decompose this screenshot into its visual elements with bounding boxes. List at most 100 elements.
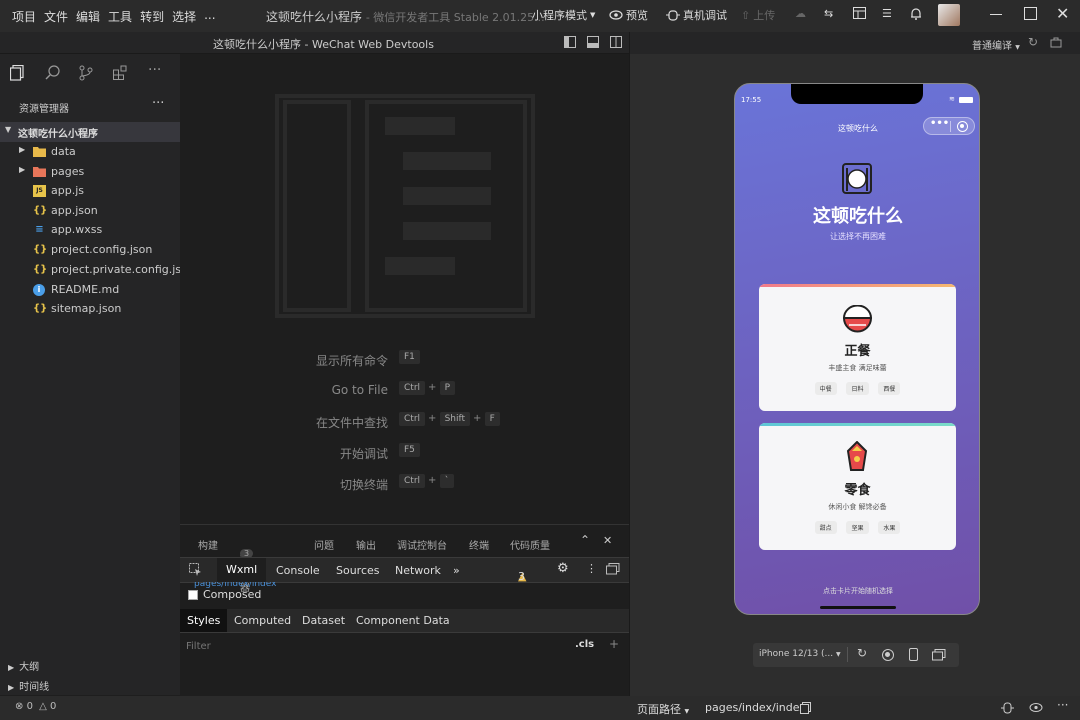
wifi-icon: ≋ xyxy=(949,95,955,103)
filter-input[interactable] xyxy=(186,638,566,654)
timeline-toggle[interactable]: ▶ 时间线 xyxy=(8,678,49,693)
menu-item-select[interactable]: 选择 xyxy=(172,8,196,25)
add-icon[interactable]: + xyxy=(609,637,619,651)
refresh-icon[interactable]: ↻ xyxy=(1028,35,1038,49)
snack-card[interactable]: 零食 休闲小食 解馋必备 甜点 坚果 水果 xyxy=(759,423,956,550)
explorer-more-icon[interactable]: ··· xyxy=(152,96,164,111)
menu-item-tools[interactable]: 工具 xyxy=(108,8,132,25)
cls-toggle[interactable]: .cls xyxy=(575,639,594,650)
hamburger-menu-icon[interactable]: ☰ xyxy=(882,7,892,20)
real-debug-button[interactable]: 真机调试 xyxy=(666,7,727,23)
menu-item-project[interactable]: 项目 xyxy=(12,8,36,25)
copy-icon[interactable] xyxy=(800,702,811,717)
preview-button[interactable]: 预览 xyxy=(609,7,648,23)
capsule-menu[interactable]: ••• xyxy=(923,117,975,135)
split-editor-icon[interactable] xyxy=(610,36,622,51)
tree-item-project-config[interactable]: {} project.config.json xyxy=(0,240,180,260)
rotate-icon[interactable]: ↻ xyxy=(857,646,867,660)
tab-styles[interactable]: Styles xyxy=(180,609,228,632)
tab-dataset[interactable]: Dataset xyxy=(302,614,345,627)
tab-debug-console[interactable]: 调试控制台 xyxy=(397,537,447,552)
shortcut-label: 开始调试 xyxy=(339,447,388,461)
menu-item-file[interactable]: 文件 xyxy=(44,8,68,25)
mode-select[interactable]: 小程序模式 ▼ xyxy=(532,7,595,23)
tree-item-app-json[interactable]: {} app.json xyxy=(0,201,180,221)
tab-build[interactable]: 构建 xyxy=(198,537,218,552)
checkbox-box xyxy=(188,589,198,600)
tab-component-data[interactable]: Component Data xyxy=(356,614,450,627)
editor-title: 这顿吃什么小程序 - WeChat Web Devtools xyxy=(213,38,434,51)
layout-icon[interactable] xyxy=(853,7,866,19)
tab-output[interactable]: 输出 xyxy=(356,537,376,552)
tree-item-project-private-config[interactable]: {} project.private.config.js... xyxy=(0,260,192,280)
dock-icon[interactable] xyxy=(606,563,620,578)
tab-wxml[interactable]: Wxml xyxy=(217,558,267,582)
tab-terminal[interactable]: 终端 xyxy=(469,537,489,552)
inspect-icon[interactable] xyxy=(189,563,202,579)
card-accent-line xyxy=(759,284,956,287)
close-miniprogram-icon[interactable] xyxy=(957,121,968,132)
meal-card[interactable]: 正餐 丰盛主食 满足味蕾 中餐 日料 西餐 xyxy=(759,284,956,411)
close-panel-icon[interactable]: ✕ xyxy=(603,534,612,547)
tree-item-data[interactable]: ▶ data xyxy=(0,142,180,162)
more-icon[interactable]: ··· xyxy=(148,62,161,78)
tab-computed[interactable]: Computed xyxy=(234,614,291,627)
device-select[interactable]: iPhone 12/13 (... ▼ xyxy=(759,649,841,659)
more-icon[interactable]: ••• xyxy=(930,118,949,129)
gear-icon[interactable]: ⚙ xyxy=(557,561,569,576)
toggle-panel-icon[interactable] xyxy=(587,36,599,51)
outline-toggle[interactable]: ▶ 大纲 xyxy=(8,658,39,673)
tree-item-readme[interactable]: i README.md xyxy=(0,280,180,300)
files-icon[interactable] xyxy=(9,64,24,84)
cloud-icon[interactable]: ☁ xyxy=(795,7,806,20)
bell-icon[interactable] xyxy=(910,7,922,20)
tab-console[interactable]: Console xyxy=(276,564,320,577)
switch-icon[interactable]: ⇆ xyxy=(824,7,833,20)
record-icon[interactable] xyxy=(882,649,894,661)
file-name: app.json xyxy=(51,204,98,217)
more-tabs-icon[interactable]: » xyxy=(453,564,460,577)
tag: 水果 xyxy=(878,521,901,534)
search-icon[interactable] xyxy=(45,65,60,83)
tree-item-app-wxss[interactable]: ≡ app.wxss xyxy=(0,220,180,240)
extensions-icon[interactable] xyxy=(113,65,128,83)
tab-code-quality[interactable]: 代码质量 xyxy=(510,537,550,552)
chevron-up-icon[interactable]: ⌃ xyxy=(580,533,590,547)
bottom-panel: 构建 调试器 3 问题 输出 调试控制台 终端 代码质量 ⌃ ✕ Wxml Co… xyxy=(180,524,629,696)
menu-item-edit[interactable]: 编辑 xyxy=(76,8,100,25)
eye-icon[interactable] xyxy=(1029,702,1043,716)
phone-icon[interactable] xyxy=(909,648,918,661)
bug-icon[interactable] xyxy=(1001,701,1014,717)
source-control-icon[interactable] xyxy=(79,65,93,84)
close-window-icon[interactable]: ✕ xyxy=(1056,4,1069,23)
more-icon[interactable]: ··· xyxy=(1057,698,1068,712)
footer-hint: 点击卡片开始随机选择 xyxy=(823,587,893,595)
avatar[interactable] xyxy=(938,4,960,26)
key: Ctrl xyxy=(399,381,426,395)
kebab-menu-icon[interactable]: ⋮ xyxy=(586,562,597,575)
phone-simulator[interactable]: 17:55 ≋ 这顿吃什么 ••• 这顿吃什么 让选择不再困难 正餐 丰盛主食 … xyxy=(734,83,980,615)
compile-mode-select[interactable]: 普通编译 ▼ xyxy=(972,37,1020,52)
composed-checkbox[interactable]: Composed xyxy=(188,588,261,601)
tree-item-sitemap[interactable]: {} sitemap.json xyxy=(0,299,180,319)
page-path-select[interactable]: 页面路径 ▼ xyxy=(637,701,689,717)
tab-sources[interactable]: Sources xyxy=(336,564,380,577)
upload-button[interactable]: ⇧ 上传 xyxy=(741,7,775,23)
maximize-window-icon[interactable] xyxy=(1024,7,1037,20)
project-root[interactable]: ▼ 这顿吃什么小程序 xyxy=(0,122,180,142)
tab-network[interactable]: Network xyxy=(395,564,441,577)
problems-indicator[interactable]: ⊗ 0 △ 0 xyxy=(15,701,56,712)
minimize-window-icon[interactable] xyxy=(990,10,1002,15)
tree-item-pages[interactable]: ▶ pages xyxy=(0,162,180,182)
shortcut-toggle-terminal: 切换终端 Ctrl + ` xyxy=(180,474,629,494)
popout-icon[interactable] xyxy=(932,649,946,664)
tree-item-app-js[interactable]: JS app.js xyxy=(0,181,180,201)
clear-cache-icon[interactable] xyxy=(1050,36,1062,51)
menu-item-goto[interactable]: 转到 xyxy=(140,8,164,25)
menu-item-more[interactable]: ... xyxy=(204,8,215,25)
status-time: 17:55 xyxy=(741,96,762,104)
eye-icon xyxy=(609,10,623,20)
devtools-toolbar: Wxml Console Sources Network » ▲ 3 ⚙ ⋮ xyxy=(180,557,629,583)
toggle-sidebar-icon[interactable] xyxy=(564,36,576,51)
tab-problems[interactable]: 问题 xyxy=(314,537,334,552)
